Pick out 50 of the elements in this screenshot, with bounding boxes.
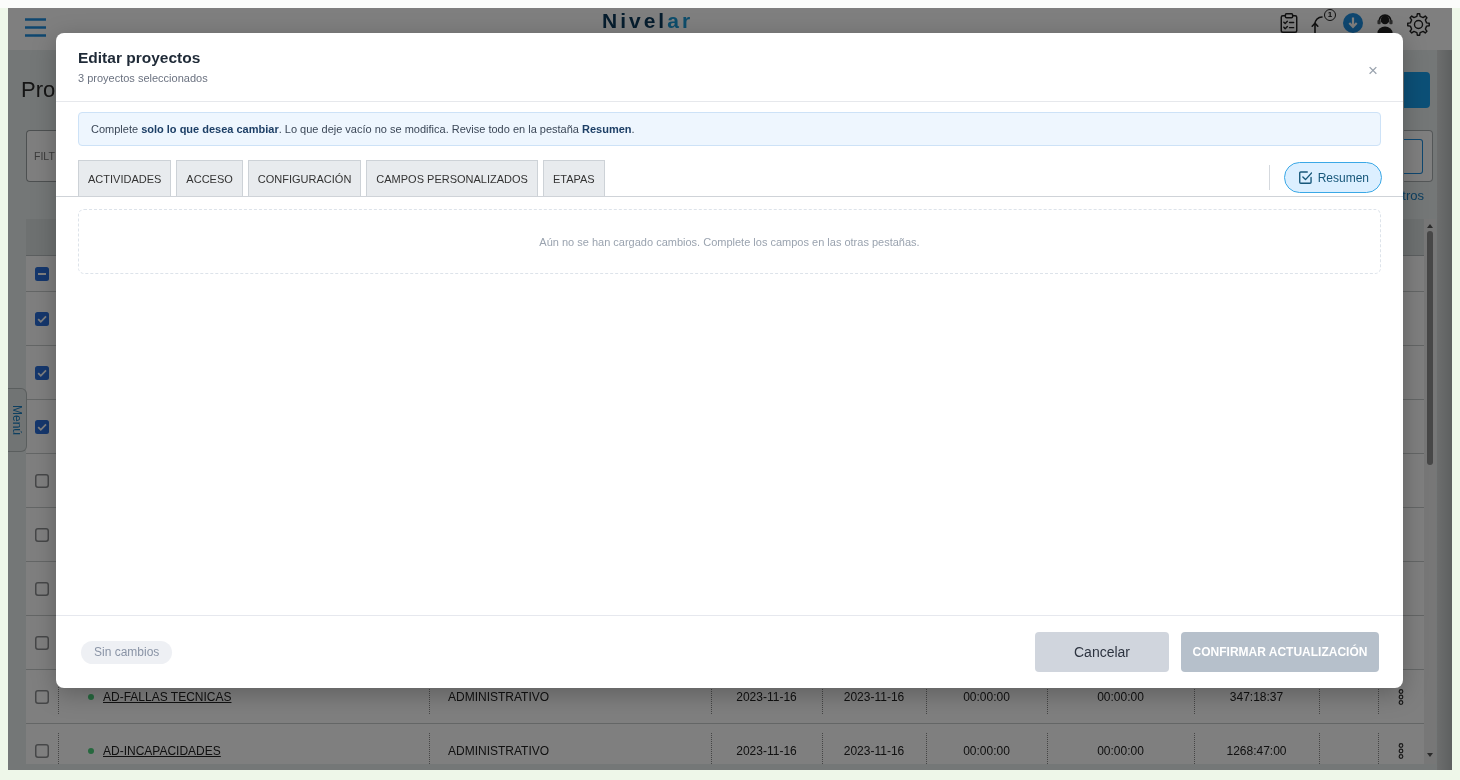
status-dot	[88, 693, 94, 700]
table-cell: 00:00:00	[1097, 689, 1144, 704]
tab[interactable]: CAMPOS PERSONALIZADOS	[366, 160, 538, 196]
checkbox[interactable]	[35, 743, 49, 758]
filter-field[interactable]: FILT	[26, 130, 56, 182]
project-link[interactable]: AD-INCAPACIDADES	[103, 743, 221, 758]
checkbox[interactable]	[35, 266, 49, 281]
settings-icon[interactable]	[1407, 13, 1430, 36]
table-cell: 00:00:00	[963, 689, 1010, 704]
table-cell: ADMINISTRATIVO	[448, 743, 550, 758]
table-cell: 2023-11-16	[843, 743, 905, 758]
tab[interactable]: ACTIVIDADES	[78, 160, 172, 196]
tab[interactable]: ETAPAS	[542, 160, 605, 196]
table-cell: 2023-11-16	[843, 689, 905, 704]
table-cell: 00:00:00	[1097, 743, 1144, 758]
table-cell: 00:00:00	[963, 743, 1010, 758]
project-link[interactable]: AD-FALLAS TECNICAS	[103, 689, 232, 704]
checkbox[interactable]	[35, 473, 49, 488]
dialog-title: Editar proyectos	[78, 49, 201, 67]
checkbox[interactable]	[35, 689, 49, 704]
checkbox[interactable]	[35, 311, 49, 326]
kebab-menu-icon[interactable]	[1398, 688, 1404, 705]
table-cell: 347:18:37	[1229, 689, 1284, 704]
logo: Nivel ar	[602, 8, 694, 33]
checkbox[interactable]	[35, 527, 49, 542]
kebab-menu-icon[interactable]	[1398, 742, 1404, 759]
tab[interactable]: CONFIGURACIÓN	[247, 160, 362, 196]
info-message: Complete solo lo que desea cambiar. Lo que deje vacío no se modifica. Revise todo en la pestaña Resumen.	[91, 123, 635, 135]
page-title: Pro	[21, 77, 56, 103]
status-dot	[88, 747, 94, 754]
outlined-button[interactable]	[1404, 138, 1423, 174]
cancel-button[interactable]: Cancelar	[1035, 632, 1169, 672]
checkbox[interactable]	[35, 581, 49, 596]
checkbox[interactable]	[35, 635, 49, 650]
dialog-subtitle: 3 proyectos seleccionados	[78, 71, 208, 85]
table-cell: 1268:47:00	[1226, 743, 1287, 758]
table-cell: 2023-11-16	[736, 689, 797, 704]
tab[interactable]: ACCESO	[176, 160, 243, 196]
menu-icon[interactable]	[25, 18, 46, 37]
empty-state-message: Aún no se han cargado cambios. Complete los campos en las otras pestañas.	[539, 235, 920, 248]
checkbox[interactable]	[35, 365, 49, 380]
summary-tab[interactable]: Resumen	[1283, 162, 1382, 193]
checkbox[interactable]	[35, 419, 49, 434]
status-pill: Sin cambios	[81, 640, 173, 664]
square-check-icon	[1298, 171, 1312, 184]
headset-icon[interactable]	[1375, 13, 1395, 33]
clipboard-check-icon[interactable]	[1279, 13, 1299, 33]
download-icon[interactable]	[1343, 13, 1363, 33]
table-cell: ADMINISTRATIVO	[448, 689, 550, 704]
table-cell: 2023-11-16	[736, 743, 797, 758]
